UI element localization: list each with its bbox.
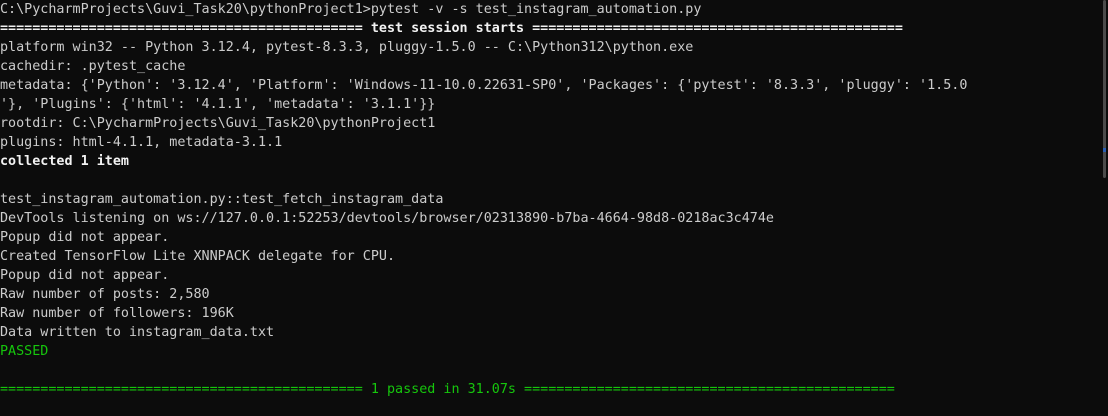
terminal-line: ========================================… bbox=[0, 21, 903, 36]
terminal-line: test_instagram_automation.py::test_fetch… bbox=[0, 192, 444, 207]
terminal-line: Popup did not appear. bbox=[0, 230, 170, 245]
terminal-line: Popup did not appear. bbox=[0, 268, 170, 283]
terminal-output[interactable]: C:\PycharmProjects\Guvi_Task20\pythonPro… bbox=[0, 0, 1092, 416]
terminal-line: Created TensorFlow Lite XNNPACK delegate… bbox=[0, 249, 396, 264]
terminal-line: PASSED bbox=[0, 344, 49, 359]
terminal-line: rootdir: C:\PycharmProjects\Guvi_Task20\… bbox=[0, 116, 436, 131]
terminal-line: Data written to instagram_data.txt bbox=[0, 325, 275, 340]
scrollbar-marker bbox=[1103, 148, 1106, 152]
terminal-line: '}, 'Plugins': {'html': '4.1.1', 'metada… bbox=[0, 97, 436, 112]
terminal-line: cachedir: .pytest_cache bbox=[0, 59, 186, 74]
terminal-line: DevTools listening on ws://127.0.0.1:522… bbox=[0, 211, 774, 226]
terminal-line: C:\PycharmProjects\Guvi_Task20\pythonPro… bbox=[0, 2, 702, 17]
terminal-line: metadata: {'Python': '3.12.4', 'Platform… bbox=[0, 78, 968, 93]
scrollbar[interactable] bbox=[1094, 0, 1108, 416]
terminal-line: collected 1 item bbox=[0, 154, 129, 169]
terminal-line: platform win32 -- Python 3.12.4, pytest-… bbox=[0, 40, 694, 55]
terminal-line: Raw number of posts: 2,580 bbox=[0, 287, 210, 302]
terminal-line: Raw number of followers: 196K bbox=[0, 306, 234, 321]
terminal-line: plugins: html-4.1.1, metadata-3.1.1 bbox=[0, 135, 283, 150]
terminal-line: ========================================… bbox=[0, 382, 895, 397]
